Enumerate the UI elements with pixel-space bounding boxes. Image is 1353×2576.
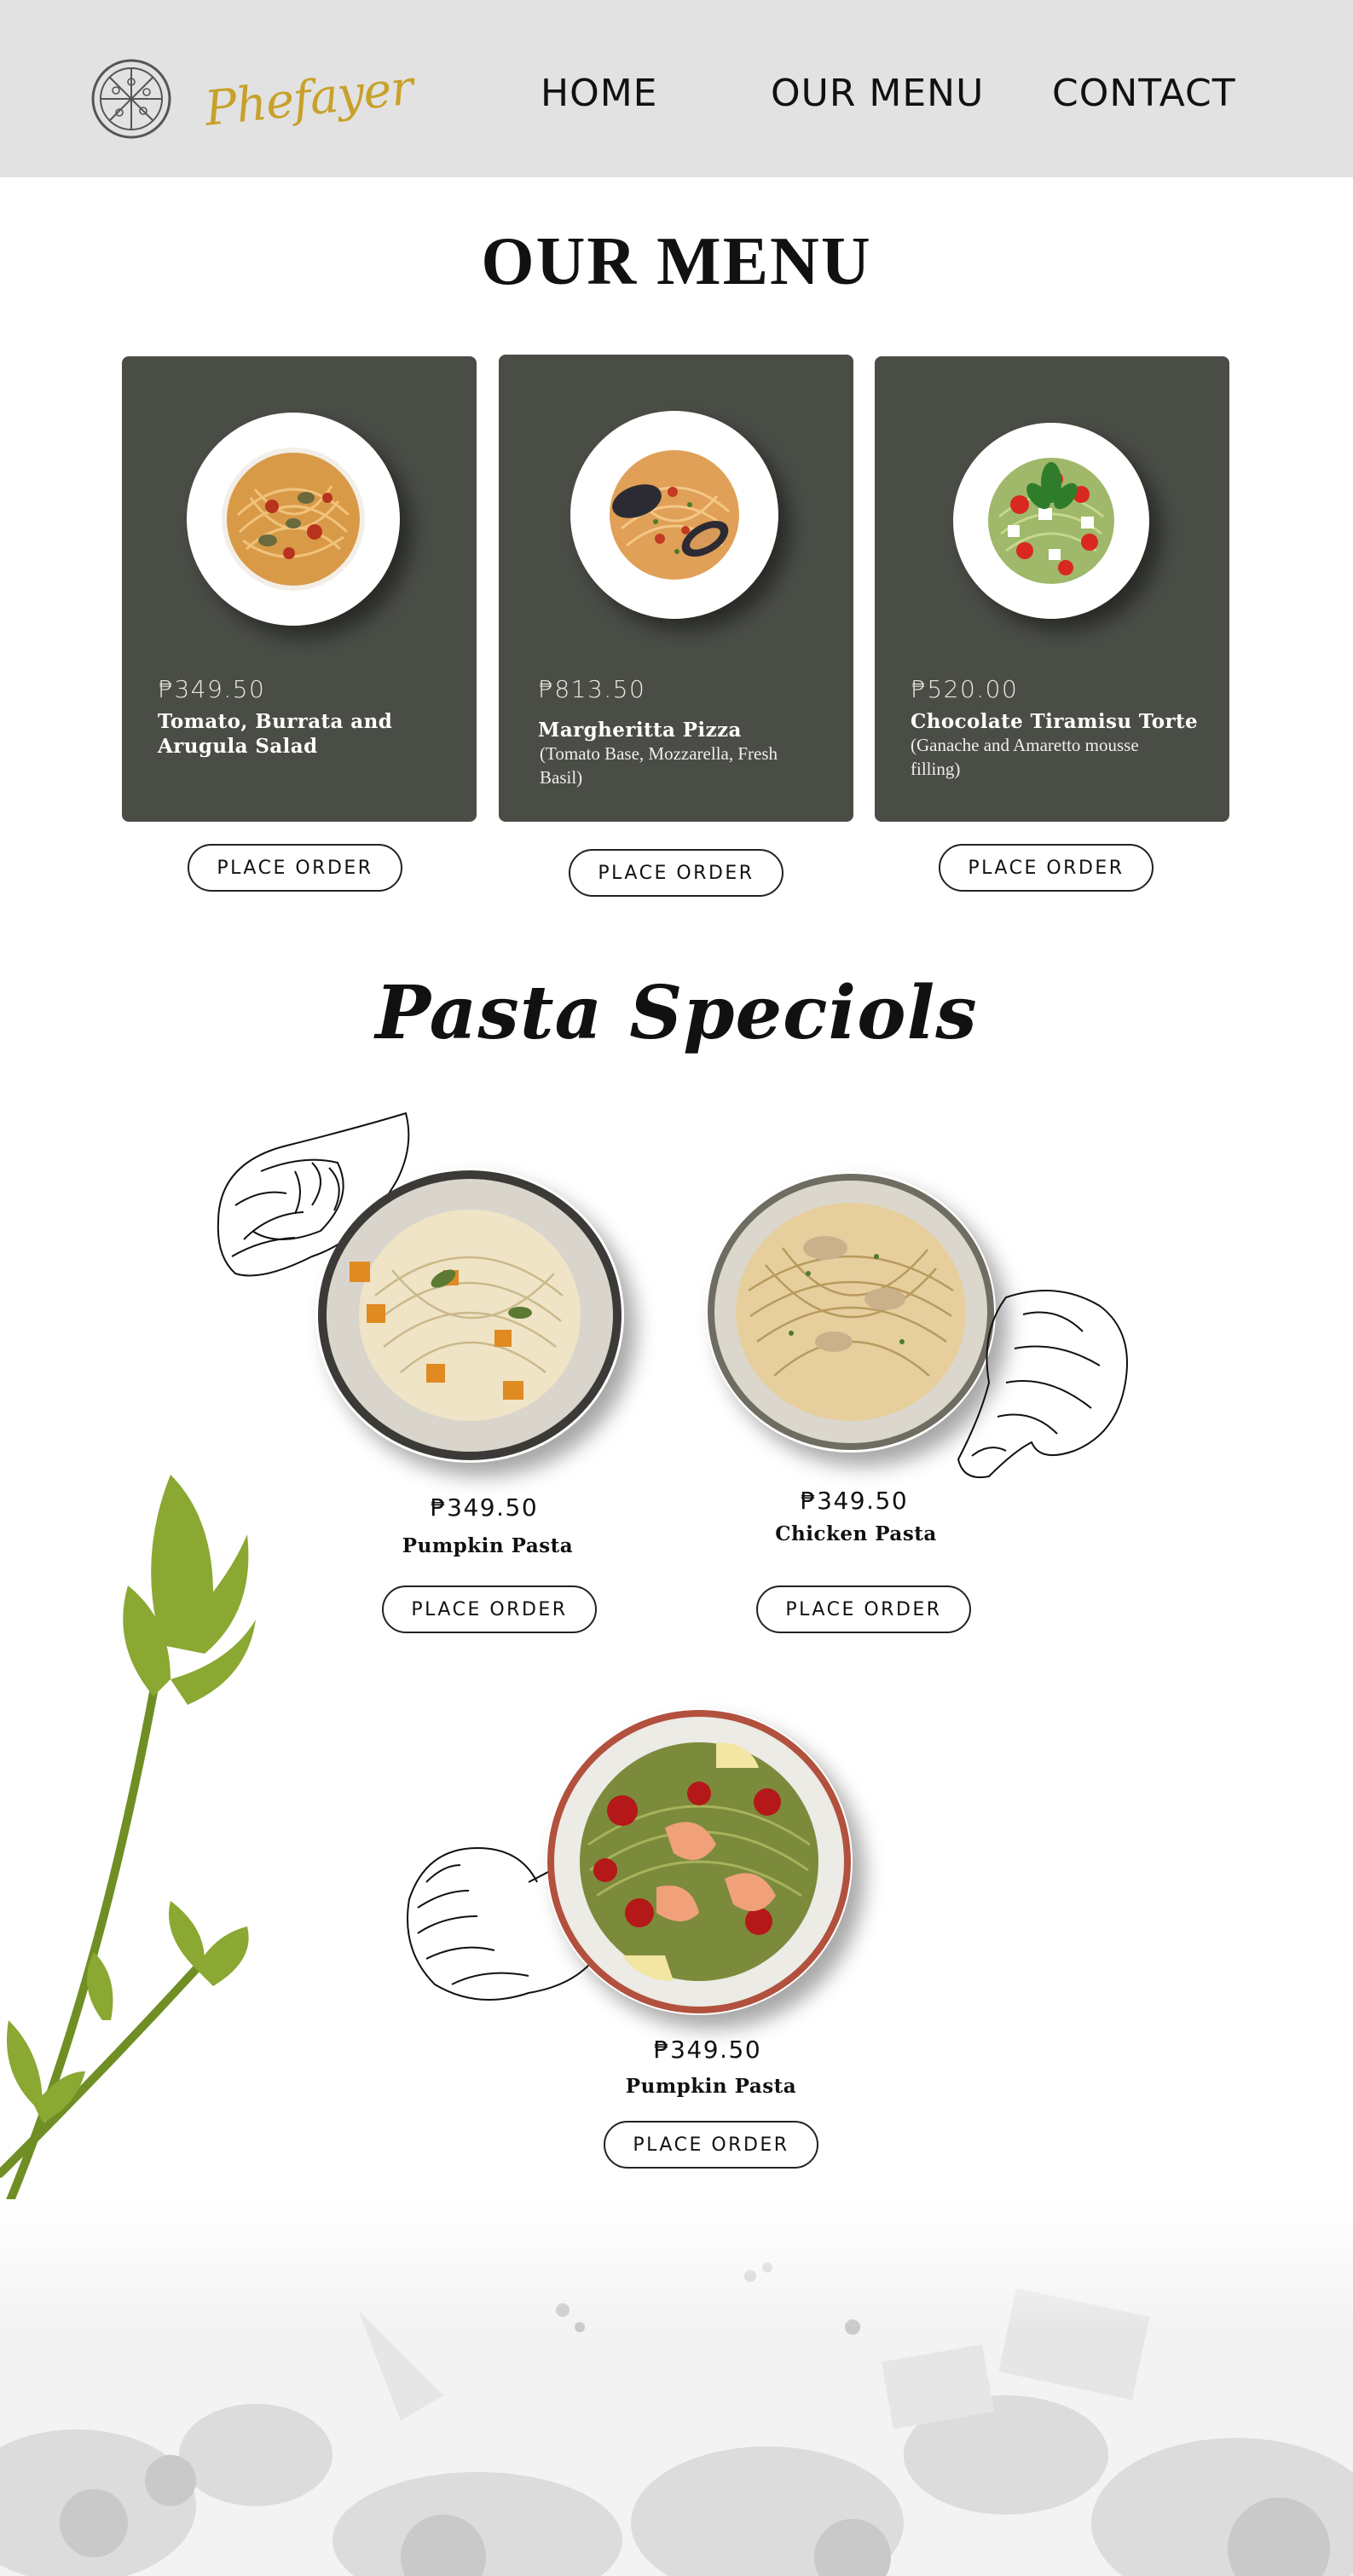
place-order-button[interactable]: PLACE ORDER [604, 2121, 818, 2169]
special-price: ₱349.50 [430, 1493, 539, 1522]
site-header: Phefayer HOME OUR MENU CONTACT [0, 0, 1353, 177]
place-order-button[interactable]: PLACE ORDER [756, 1585, 971, 1633]
special-price: ₱349.50 [800, 1487, 909, 1515]
nav-contact[interactable]: CONTACT [1052, 72, 1236, 115]
place-order-button[interactable]: PLACE ORDER [188, 844, 402, 892]
dish-image [953, 423, 1149, 619]
dish-price: ₱349.50 [158, 675, 266, 703]
dish-price: ₱813.50 [538, 675, 646, 703]
pizza-emblem-icon[interactable] [90, 58, 172, 140]
brand-logo[interactable]: Phefayer [199, 34, 415, 165]
pasta-bowl-image [706, 1171, 996, 1453]
place-order-button[interactable]: PLACE ORDER [569, 849, 783, 897]
special-name: Pumpkin Pasta [402, 1534, 574, 1557]
special-name: Pumpkin Pasta [625, 2075, 797, 2098]
special-name: Chicken Pasta [775, 1522, 937, 1545]
pasta-bowl-image [546, 1708, 853, 2015]
menu-title: OUR MENU [481, 224, 872, 299]
dish-description: (Ganache and Amaretto mousse filling) [911, 735, 1139, 779]
menu-card[interactable]: ₱520.00 Chocolate Tiramisu Torte (Ganach… [875, 356, 1229, 822]
menu-card[interactable]: ₱349.50 Tomato, Burrata and Arugula Sala… [122, 356, 477, 822]
nav-our-menu[interactable]: OUR MENU [771, 72, 984, 115]
dish-image [187, 413, 400, 626]
chicken-wing-sketch-icon [957, 1290, 1128, 1478]
dish-description: (Tomato Base, Mozzarella, Fresh Basil) [540, 743, 778, 788]
specials-title: Pasta Speciols [375, 970, 978, 1056]
dish-price: ₱520.00 [911, 675, 1019, 703]
menu-card[interactable]: ₱813.50 Margheritta Pizza (Tomato Base, … [499, 355, 853, 822]
place-order-button[interactable]: PLACE ORDER [382, 1585, 597, 1633]
dish-image [570, 411, 778, 619]
celery-decoration-icon [0, 1475, 256, 2229]
special-price: ₱349.50 [653, 2036, 762, 2064]
food-background-decoration [0, 2199, 1353, 2576]
nav-home[interactable]: HOME [541, 72, 657, 115]
dish-name: Tomato, Burrata and Arugula Salad [158, 710, 393, 758]
pasta-bowl-image [315, 1168, 624, 1463]
dish-name: Chocolate Tiramisu Torte [911, 710, 1199, 733]
dish-name: Margheritta Pizza [538, 719, 742, 742]
place-order-button[interactable]: PLACE ORDER [939, 844, 1154, 892]
